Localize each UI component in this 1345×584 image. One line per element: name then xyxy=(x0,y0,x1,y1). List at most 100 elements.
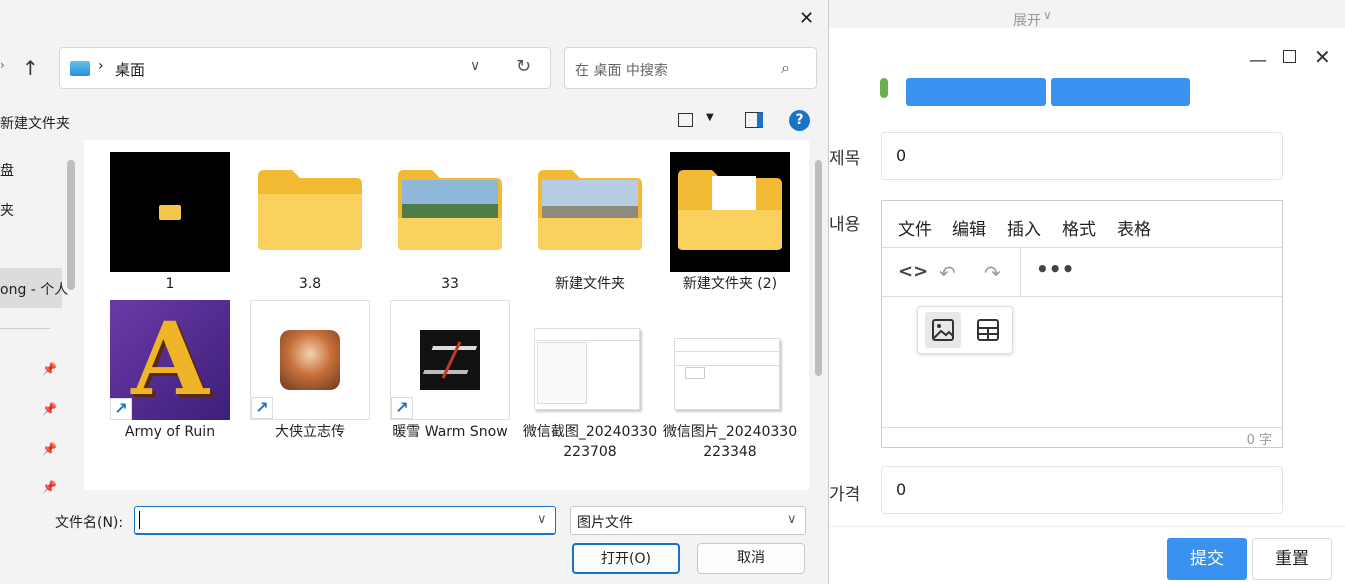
divider xyxy=(882,427,1282,428)
file-name: 新建文件夹 xyxy=(555,276,625,292)
menu-table[interactable]: 表格 xyxy=(1117,215,1151,240)
image-icon xyxy=(932,319,954,341)
nav-item-selected[interactable]: ong - 个人 xyxy=(0,268,68,308)
back-arrow-icon[interactable]: › xyxy=(0,58,5,72)
shortcut-arrow-icon: ↗ xyxy=(110,398,132,420)
more-icon[interactable]: ••• xyxy=(1036,257,1074,281)
folder-photo-icon xyxy=(538,170,642,250)
price-label: 가격 xyxy=(829,485,861,505)
menu-format[interactable]: 格式 xyxy=(1062,215,1096,240)
menu-edit[interactable]: 编辑 xyxy=(952,215,986,240)
insert-popup xyxy=(917,306,1013,354)
close-icon[interactable]: ✕ xyxy=(799,8,814,29)
shortcut-arrow-icon: ↗ xyxy=(251,397,273,419)
new-folder-button[interactable]: 新建文件夹 xyxy=(0,113,70,133)
thumbnail xyxy=(670,152,790,272)
file-scrollbar[interactable] xyxy=(815,160,822,376)
nav-item-label: ong - 个人 xyxy=(0,282,69,298)
up-arrow-icon[interactable]: ↑ xyxy=(22,56,39,80)
undo-icon[interactable]: ↶ xyxy=(939,261,956,285)
file-name: 暖雪 Warm Snow xyxy=(392,424,508,440)
image-button[interactable] xyxy=(925,312,961,348)
game-icon xyxy=(280,330,340,390)
search-input[interactable]: 在 桌面 中搜索 xyxy=(575,60,668,80)
divider xyxy=(828,526,1345,527)
title-input[interactable]: 0 xyxy=(881,132,1283,180)
file-name: 大侠立志传 xyxy=(275,424,345,440)
chevron-down-icon[interactable]: ∨ xyxy=(537,512,547,527)
breadcrumb[interactable]: 桌面 xyxy=(115,59,145,80)
address-bar[interactable]: › 桌面 ∨ ↻ xyxy=(59,47,551,89)
title-label: 제목 xyxy=(829,149,861,169)
file-name: 33 xyxy=(441,276,459,292)
file-name: 微信截图_20240330223708 xyxy=(522,424,658,460)
menu-file[interactable]: 文件 xyxy=(898,215,932,240)
submit-button[interactable]: 提交 xyxy=(1167,538,1247,580)
chevron-down-icon: ∨ xyxy=(1043,8,1052,22)
expand-bar[interactable]: 展开 ∨ xyxy=(828,0,1345,29)
maximize-icon[interactable] xyxy=(1283,50,1296,63)
minimize-icon[interactable]: — xyxy=(1249,52,1267,70)
view-dropdown-icon[interactable]: ▼ xyxy=(706,112,714,123)
redo-icon[interactable]: ↷ xyxy=(984,261,1001,285)
divider xyxy=(882,296,1282,297)
pin-icon[interactable]: 📌 xyxy=(42,442,57,456)
content-label: 내용 xyxy=(829,215,861,235)
code-icon[interactable]: <> xyxy=(898,261,928,282)
file-name: 3.8 xyxy=(298,276,322,292)
chevron-down-icon[interactable]: ∨ xyxy=(470,58,480,74)
thumbnail: A ↗ xyxy=(110,300,230,420)
divider xyxy=(1020,248,1021,296)
reset-button[interactable]: 重置 xyxy=(1252,538,1332,580)
nav-item[interactable]: 夹 xyxy=(0,200,14,220)
desktop-icon xyxy=(70,61,90,76)
filetype-value: 图片文件 xyxy=(577,515,633,531)
filename-input[interactable]: ∨ xyxy=(134,506,556,535)
price-input[interactable]: 0 xyxy=(881,466,1283,514)
screenshot-thumbnail xyxy=(534,328,640,410)
divider xyxy=(0,328,50,329)
table-button[interactable] xyxy=(970,312,1006,348)
preview-pane-icon[interactable] xyxy=(745,112,763,128)
folder-doc-icon xyxy=(678,170,782,250)
thumbnail: ↗ xyxy=(250,300,370,420)
file-name: 微信图片_20240330223348 xyxy=(662,424,798,460)
char-count: 0 字 xyxy=(1246,433,1272,448)
filename-label: 文件名(N): xyxy=(55,515,124,531)
pin-icon[interactable]: 📌 xyxy=(42,402,57,416)
menu-insert[interactable]: 插入 xyxy=(1007,215,1041,240)
nav-pane: 盘 夹 ong - 个人 📌 📌 📌 📌 xyxy=(0,140,68,494)
expand-label: 展开 xyxy=(1013,13,1041,29)
filetype-select[interactable]: 图片文件 ∨ xyxy=(570,506,806,535)
file-name: 新建文件夹 (2) xyxy=(682,276,778,292)
game-logo: A xyxy=(131,300,209,418)
file-name: 1 xyxy=(165,276,175,292)
folder-photo-icon xyxy=(398,170,502,250)
pin-icon[interactable]: 📌 xyxy=(42,362,57,376)
file-name: Army of Ruin xyxy=(124,424,216,440)
cancel-button[interactable]: 取消 xyxy=(697,543,805,574)
nav-item[interactable]: 盘 xyxy=(0,160,14,180)
pin-icon[interactable]: 📌 xyxy=(42,480,57,494)
select-image-button[interactable] xyxy=(1051,78,1190,106)
table-icon xyxy=(977,319,999,341)
divider xyxy=(882,247,1282,248)
upload-image-button[interactable] xyxy=(906,78,1046,106)
nav-scrollbar[interactable] xyxy=(67,160,75,290)
close-icon[interactable]: ✕ xyxy=(1314,47,1331,67)
shortcut-arrow-icon: ↗ xyxy=(391,397,413,419)
view-icon[interactable] xyxy=(678,113,693,127)
upload-icon xyxy=(880,78,888,98)
file-pane: 1 3.8 33 新建文件夹 新建文件夹 (2) A ↗ Army of Rui xyxy=(84,140,809,490)
refresh-icon[interactable]: ↻ xyxy=(516,56,531,77)
thumbnail: ↗ xyxy=(390,300,510,420)
chevron-right-icon: › xyxy=(98,58,104,74)
help-icon[interactable]: ? xyxy=(789,110,810,131)
folder-icon xyxy=(258,170,362,250)
open-button[interactable]: 打开(O) xyxy=(572,543,680,574)
folder-icon xyxy=(159,205,181,220)
chevron-down-icon: ∨ xyxy=(787,512,797,527)
text-cursor xyxy=(139,511,140,529)
search-icon[interactable]: ⌕ xyxy=(781,58,790,78)
search-box[interactable]: 在 桌面 中搜索 ⌕ xyxy=(564,47,817,89)
